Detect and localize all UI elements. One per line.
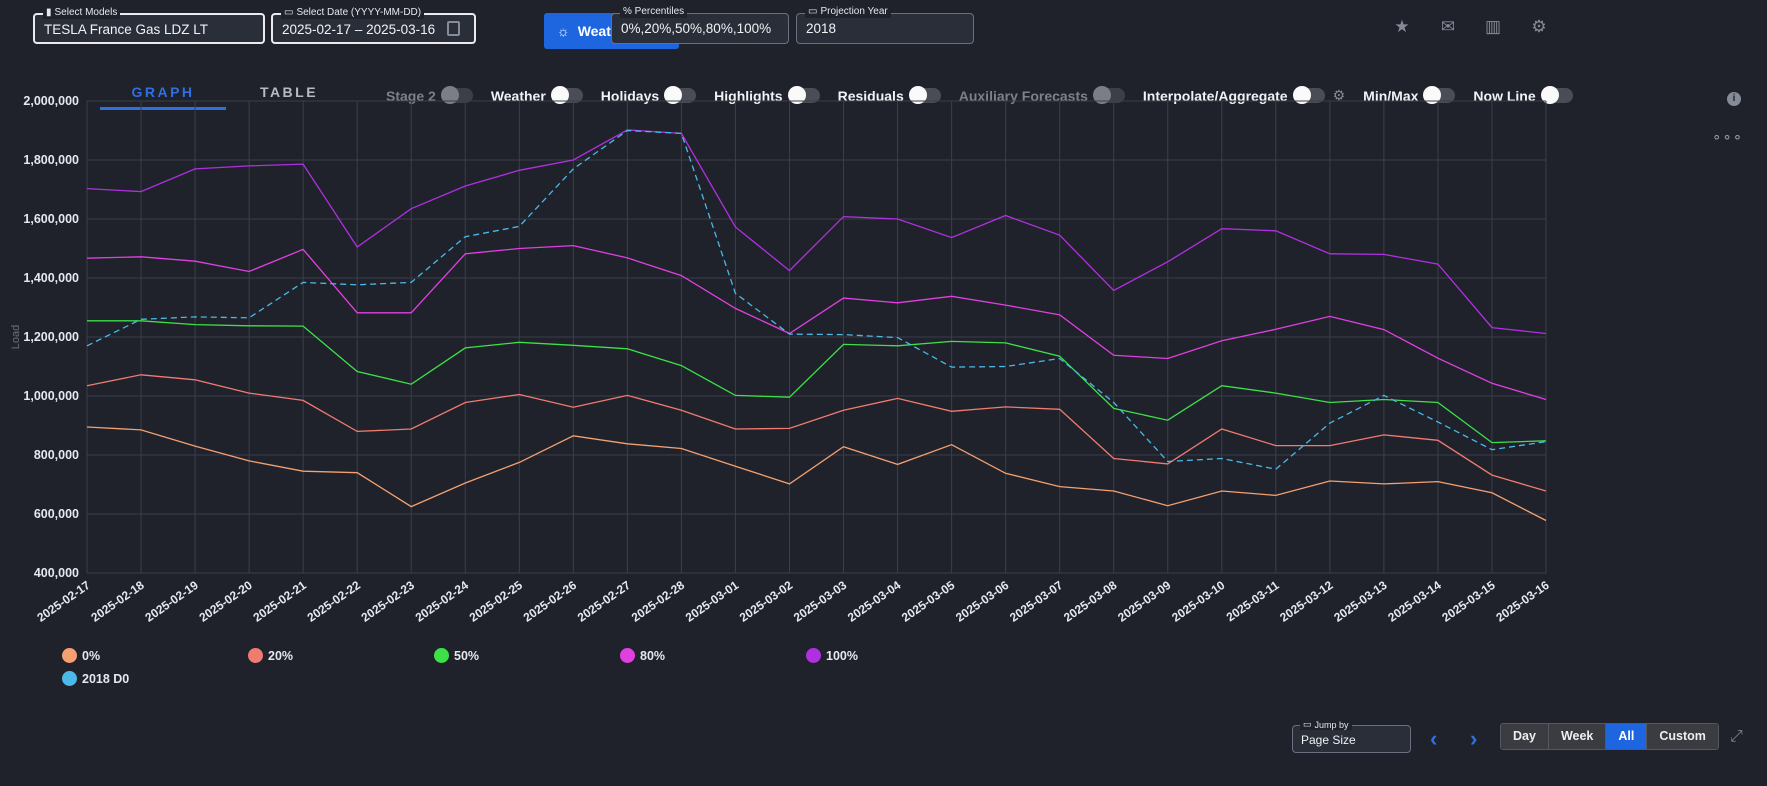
x-tick-label: 2025-02-25 [467, 578, 526, 625]
legend-item[interactable]: 80% [620, 648, 665, 663]
legend-swatch [248, 648, 263, 663]
x-tick-label: 2025-02-23 [359, 578, 418, 625]
select-models-field[interactable]: ▮ Select Models TESLA France Gas LDZ LT [33, 7, 265, 44]
x-tick-label: 2025-02-21 [251, 578, 310, 625]
x-tick-label: 2025-02-28 [629, 578, 688, 625]
x-tick-label: 2025-03-14 [1385, 578, 1444, 625]
x-tick-label: 2025-03-02 [737, 578, 796, 625]
legend-item[interactable]: 100% [806, 648, 858, 663]
legend-label: 80% [640, 648, 666, 663]
next-page-button[interactable]: › [1470, 726, 1477, 752]
x-tick-label: 2025-02-18 [88, 578, 147, 625]
series-line-20- [86, 374, 1547, 492]
mail-icon[interactable]: ✉ [1437, 16, 1459, 38]
calendar-icon: ▭ [808, 6, 818, 17]
more-options-icon[interactable]: ∘∘∘ [1712, 128, 1743, 146]
bar-chart-icon: ▮ [46, 7, 52, 18]
range-all-button[interactable]: All [1606, 724, 1648, 749]
projection-year-value: 2018 [806, 21, 837, 36]
percentiles-value: 0%,20%,50%,80%,100% [621, 21, 772, 36]
y-tick-label: 600,000 [34, 507, 79, 521]
y-tick-label: 800,000 [34, 448, 79, 462]
jump-by-value: Page Size [1301, 733, 1356, 747]
fullscreen-icon[interactable]: ⤢ [1730, 728, 1743, 746]
legend-item[interactable]: 20% [248, 648, 293, 663]
x-tick-label: 2025-03-12 [1277, 578, 1336, 625]
y-tick-label: 1,200,000 [23, 330, 79, 344]
previous-page-button[interactable]: ‹ [1430, 726, 1437, 752]
jump-by-select[interactable]: ▭ Jump by Page Size [1292, 719, 1411, 753]
x-tick-label: 2025-02-17 [34, 578, 93, 625]
percentiles-label: % Percentiles [620, 6, 688, 18]
legend-swatch [620, 648, 635, 663]
x-tick-label: 2025-03-10 [1169, 578, 1228, 625]
legend-label: 50% [454, 648, 480, 663]
select-models-value: TESLA France Gas LDZ LT [44, 22, 209, 37]
series-line-80- [86, 244, 1547, 401]
x-tick-label: 2025-03-08 [1061, 578, 1120, 625]
x-tick-label: 2025-03-07 [1007, 578, 1066, 625]
legend-item[interactable]: 2018 D0 [62, 671, 129, 686]
legend-label: 20% [268, 648, 294, 663]
line-chart: 400,000 600,000 800,000 1,000,000 1,200,000 1… [10, 95, 1552, 625]
calendar-icon: ▭ [284, 7, 294, 18]
gear-icon[interactable]: ⚙ [1528, 16, 1550, 38]
x-tick-label: 2025-03-09 [1115, 578, 1174, 625]
x-tick-label: 2025-02-27 [575, 578, 634, 625]
y-tick-label: 1,600,000 [23, 212, 79, 226]
projection-year-field[interactable]: ▭ Projection Year 2018 [796, 6, 974, 44]
legend-swatch [62, 648, 77, 663]
date-start: 2025-02-17 [282, 22, 352, 37]
y-axis-label: Load [10, 325, 22, 349]
legend-swatch [62, 671, 77, 686]
x-tick-label: 2025-03-11 [1224, 578, 1282, 624]
x-tick-label: 2025-02-19 [142, 578, 201, 625]
y-tick-label: 2,000,000 [23, 95, 79, 108]
y-tick-label: 1,800,000 [23, 153, 79, 167]
legend-label: 2018 D0 [82, 671, 130, 686]
x-tick-label: 2025-02-20 [197, 578, 256, 625]
series-line-0- [86, 426, 1547, 522]
x-tick-label: 2025-02-22 [305, 578, 364, 625]
chart-icon[interactable]: ▥ [1482, 16, 1504, 38]
x-tick-label: 2025-03-13 [1331, 578, 1390, 625]
x-tick-label: 2025-03-06 [953, 578, 1012, 625]
legend-label: 0% [82, 648, 101, 663]
sun-icon: ☼ [556, 23, 570, 39]
jump-by-label: Jump by [1314, 719, 1349, 730]
legend-item[interactable]: 50% [434, 648, 479, 663]
star-icon[interactable]: ★ [1391, 16, 1413, 38]
select-models-label: Select Models [54, 7, 118, 18]
date-separator: – [354, 22, 363, 37]
select-date-field[interactable]: ▭ Select Date (YYYY-MM-DD) 2025-02-17 – 2… [271, 7, 476, 44]
range-selector: Day Week All Custom [1500, 723, 1719, 750]
x-tick-label: 2025-02-26 [521, 578, 580, 625]
calendar-icon: ▭ [1303, 719, 1312, 729]
y-tick-label: 1,000,000 [23, 389, 79, 403]
legend-swatch [434, 648, 449, 663]
x-tick-label: 2025-03-15 [1439, 578, 1498, 625]
x-tick-label: 2025-03-16 [1493, 578, 1552, 625]
y-tick-label: 1,400,000 [23, 271, 79, 285]
legend-item[interactable]: 0% [62, 648, 100, 663]
legend-swatch [806, 648, 821, 663]
x-tick-label: 2025-03-03 [791, 578, 850, 625]
projection-year-label: Projection Year [820, 6, 888, 17]
range-day-button[interactable]: Day [1501, 724, 1549, 749]
y-tick-label: 400,000 [34, 566, 79, 580]
percentiles-field[interactable]: % Percentiles 0%,20%,50%,80%,100% [611, 6, 789, 44]
x-tick-label: 2025-03-05 [899, 578, 958, 625]
x-tick-label: 2025-03-01 [683, 578, 742, 625]
range-custom-button[interactable]: Custom [1647, 724, 1718, 749]
series-line-2018-d0 [86, 129, 1547, 470]
calendar-picker-icon[interactable] [447, 21, 460, 36]
date-end: 2025-03-16 [366, 22, 436, 37]
legend-label: 100% [826, 648, 858, 663]
series-line-50- [87, 320, 1547, 444]
range-week-button[interactable]: Week [1548, 724, 1607, 749]
select-date-label: Select Date (YYYY-MM-DD) [296, 7, 422, 18]
x-tick-label: 2025-02-24 [413, 578, 472, 625]
x-tick-label: 2025-03-04 [845, 578, 904, 625]
